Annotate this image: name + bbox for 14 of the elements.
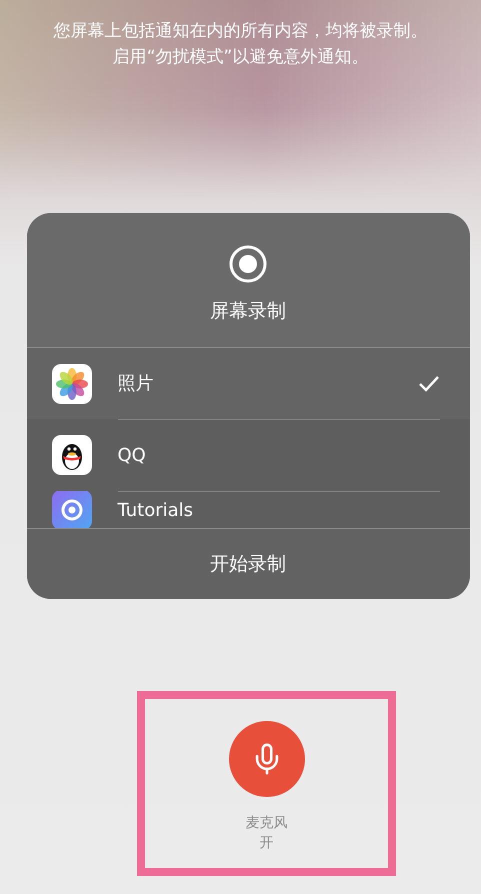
start-recording-button[interactable]: 开始录制 — [26, 528, 470, 599]
target-icon — [52, 491, 92, 528]
app-row[interactable]: 照片 — [26, 348, 470, 419]
penguin-icon — [52, 435, 92, 475]
record-icon — [229, 244, 267, 282]
notice-text: 您屏幕上包括通知在内的所有内容，均将被录制。启用“勿扰模式”以避免意外通知。 — [52, 20, 428, 69]
flower-icon — [52, 364, 92, 404]
microphone-label: 麦克风 — [246, 814, 288, 833]
app-name: 照片 — [118, 372, 154, 396]
app-name: QQ — [118, 444, 147, 468]
panel-title: 屏幕录制 — [210, 298, 286, 324]
microphone-state: 开 — [260, 834, 274, 853]
checkmark-icon — [418, 374, 440, 392]
app-name: Tutorials — [118, 498, 194, 522]
